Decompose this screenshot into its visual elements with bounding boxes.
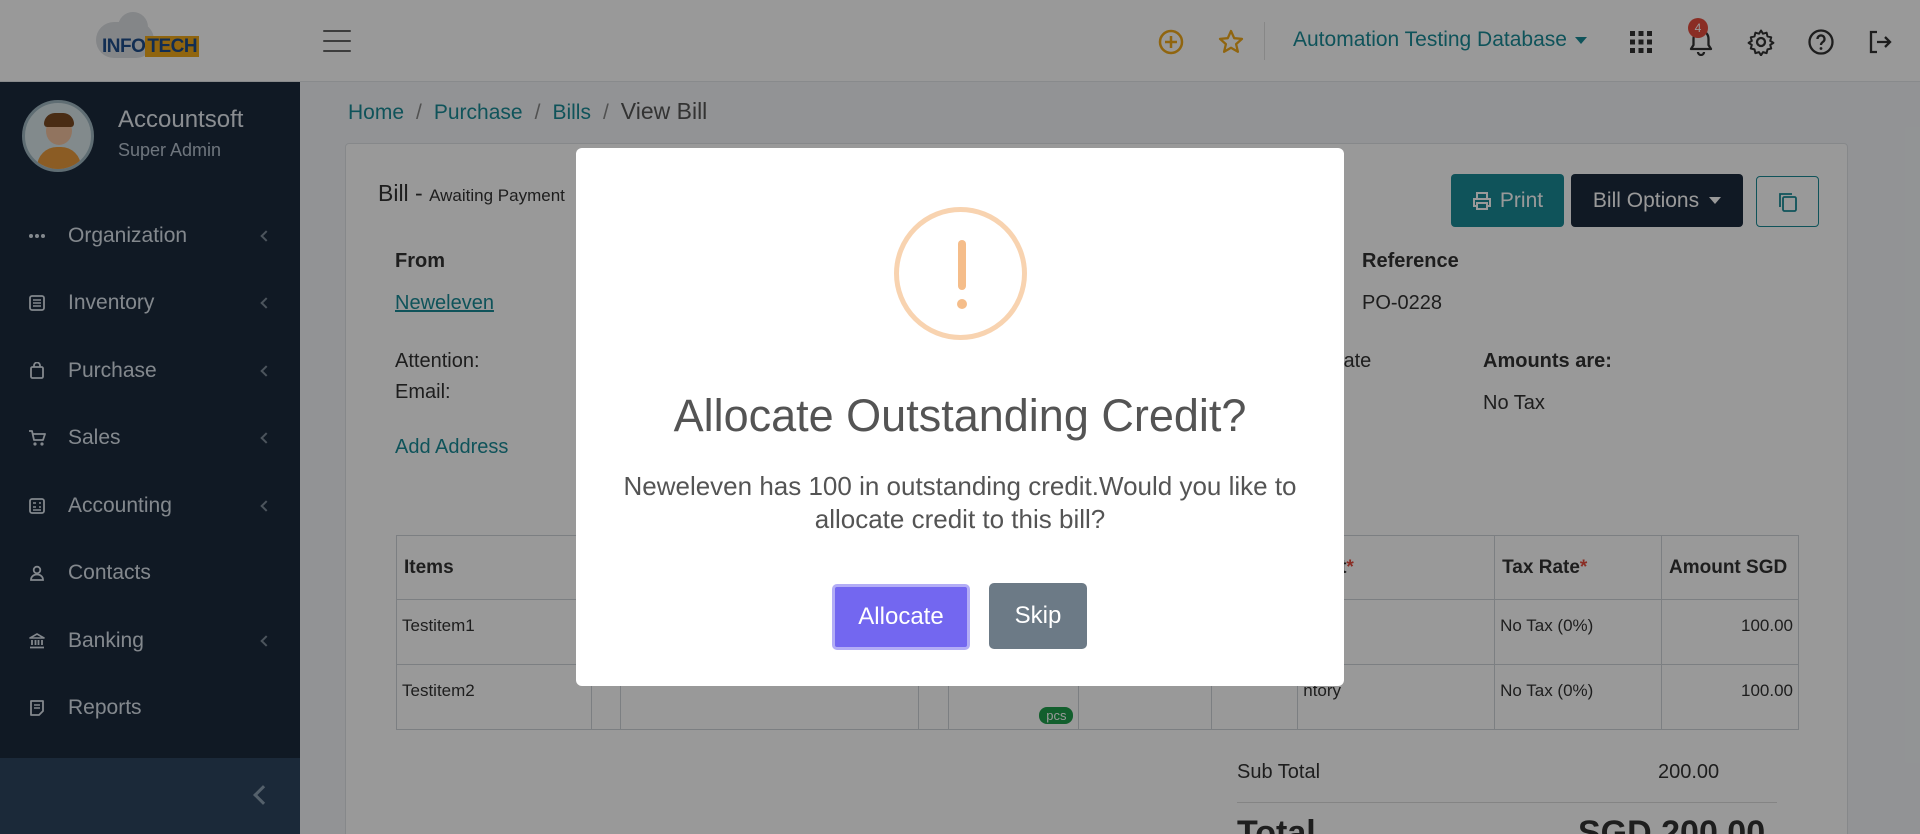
allocate-button[interactable]: Allocate: [832, 584, 970, 650]
skip-button[interactable]: Skip: [989, 583, 1087, 649]
dialog-message: Neweleven has 100 in outstanding credit.…: [623, 471, 1297, 534]
warning-icon: [894, 207, 1027, 340]
dialog-title: Allocate Outstanding Credit?: [673, 390, 1247, 441]
allocate-credit-dialog: Allocate Outstanding Credit? Neweleven h…: [576, 148, 1344, 686]
